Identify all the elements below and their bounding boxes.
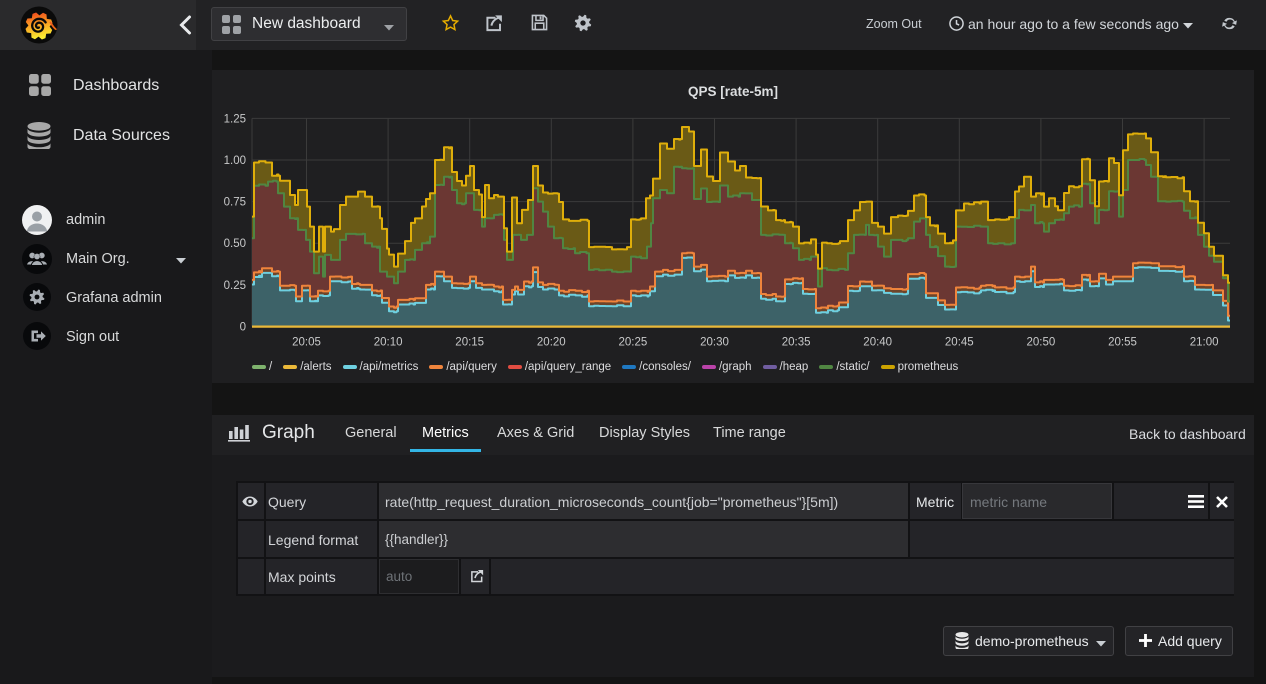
svg-text:20:20: 20:20	[537, 337, 566, 349]
svg-text:20:50: 20:50	[1027, 337, 1056, 349]
svg-text:20:05: 20:05	[292, 337, 321, 349]
svg-text:20:55: 20:55	[1108, 337, 1137, 349]
svg-text:20:45: 20:45	[945, 337, 974, 349]
svg-text:21:00: 21:00	[1190, 337, 1219, 349]
svg-text:1.00: 1.00	[224, 155, 246, 167]
svg-text:0: 0	[240, 322, 246, 334]
svg-text:20:25: 20:25	[619, 337, 648, 349]
svg-text:0.50: 0.50	[224, 238, 246, 250]
svg-text:0.75: 0.75	[224, 197, 246, 209]
svg-text:20:15: 20:15	[455, 337, 484, 349]
svg-text:20:40: 20:40	[863, 337, 892, 349]
svg-text:0.25: 0.25	[224, 280, 246, 292]
svg-text:20:35: 20:35	[782, 337, 811, 349]
svg-text:20:30: 20:30	[700, 337, 729, 349]
svg-text:20:10: 20:10	[374, 337, 403, 349]
svg-text:1.25: 1.25	[224, 113, 246, 125]
